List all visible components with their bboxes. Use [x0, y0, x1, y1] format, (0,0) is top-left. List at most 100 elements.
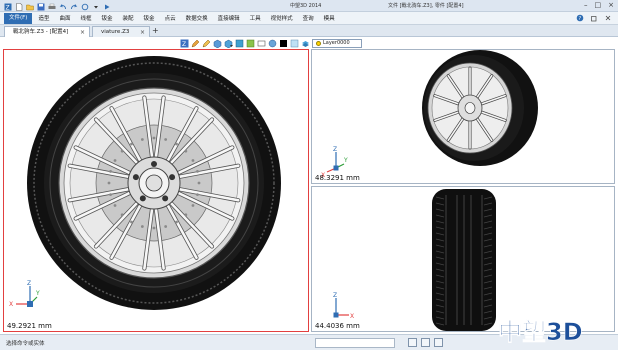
axis-z-label: Z — [333, 292, 337, 299]
restore-icon[interactable]: □ — [595, 1, 602, 9]
disc-hole — [197, 181, 201, 185]
status-input[interactable] — [315, 338, 395, 348]
file-menu-tab[interactable]: 文件(F) — [4, 12, 33, 24]
menu-item-wireframe[interactable]: 线框 — [81, 14, 92, 22]
tab-viature[interactable]: viature.Z3 × — [92, 26, 150, 37]
disc-hole — [107, 181, 111, 185]
shading-icon[interactable] — [268, 39, 277, 48]
color-light-icon[interactable] — [290, 39, 299, 48]
tab-label: 戰北驹车.Z3 - [配置4] — [13, 29, 69, 35]
close-doc-icon[interactable] — [604, 14, 612, 22]
wheel-tread-render — [432, 189, 496, 331]
viewport-main[interactable]: Z Y X 49.2921 mm — [3, 49, 309, 332]
filter-icon[interactable] — [246, 39, 255, 48]
title-bar: Z 中望3D 2014 文件 [戰北驹车.Z3], 零件 [配置4] – □ × — [0, 0, 618, 12]
viewport-scale-iso: 48.3291 mm — [315, 174, 360, 182]
menu-item-assembly[interactable]: 装配 — [123, 14, 134, 22]
lightbulb-icon — [316, 40, 321, 46]
box-icon[interactable] — [213, 39, 222, 48]
viewport-top[interactable]: Z X 44.4036 mm — [311, 186, 615, 332]
grid-icon[interactable] — [421, 338, 430, 347]
snap-icon[interactable] — [408, 338, 417, 347]
axis-x-label: X — [9, 301, 13, 308]
disc-hole — [113, 204, 117, 207]
viewport-iso[interactable]: Z Y X 48.3291 mm — [311, 49, 615, 184]
tab-close-icon[interactable]: × — [80, 27, 85, 38]
menu-item-tools[interactable]: 工具 — [250, 14, 261, 22]
pencil-icon[interactable] — [202, 39, 211, 48]
disc-hole — [196, 193, 199, 197]
run-icon[interactable] — [103, 3, 111, 11]
disc-hole — [120, 149, 124, 153]
menu-item-visual-style[interactable]: 视觉样式 — [271, 14, 293, 22]
app-logo-icon[interactable]: Z — [4, 3, 12, 11]
minimize-icon[interactable]: – — [584, 1, 588, 9]
refresh-icon[interactable] — [81, 3, 89, 11]
tab-wheel-part[interactable]: 戰北驹车.Z3 - [配置4] × — [4, 26, 90, 37]
menu-item-mold[interactable]: 模具 — [324, 14, 335, 22]
disc-hole — [152, 226, 156, 230]
display-mode-icon[interactable] — [235, 39, 244, 48]
disc-hole — [113, 159, 117, 162]
view-toolbar: Z Layer0000 — [180, 37, 440, 49]
redo-icon[interactable] — [70, 3, 78, 11]
viewport-scale-top: 44.4036 mm — [315, 322, 360, 330]
save-icon[interactable] — [37, 3, 45, 11]
axis-z-label: Z — [333, 146, 337, 153]
disc-hole — [184, 149, 188, 153]
add-tab-icon[interactable]: + — [152, 26, 159, 35]
app-title: 中望3D 2014 — [290, 3, 322, 9]
menu-item-direct-edit[interactable]: 直接编辑 — [218, 14, 240, 22]
wheel-iso-render — [422, 50, 538, 166]
layer-select-value: Layer0000 — [323, 40, 350, 46]
menu-item-data-exchange[interactable]: 数据交换 — [186, 14, 208, 22]
axis-x-label: X — [350, 313, 354, 320]
menu-item-modeling[interactable]: 造型 — [38, 14, 49, 22]
open-file-icon[interactable] — [26, 3, 34, 11]
new-file-icon[interactable] — [15, 2, 23, 11]
disc-hole — [164, 138, 168, 141]
axis-triad-main: Z Y X — [9, 280, 40, 308]
layer-select[interactable]: Layer0000 — [312, 38, 362, 48]
axis-z-label: Z — [27, 280, 31, 287]
svg-text:Z: Z — [182, 41, 186, 48]
print-icon[interactable] — [48, 3, 56, 11]
lug-nut — [169, 174, 176, 181]
svg-text:Z: Z — [6, 4, 10, 11]
color-black-icon[interactable] — [279, 39, 288, 48]
section-icon[interactable] — [257, 39, 266, 48]
menu-item-sheetmetal-1[interactable]: 钣金 — [102, 14, 113, 22]
status-icons — [408, 338, 443, 347]
logo-text: 中望3D — [498, 318, 583, 346]
disc-hole — [120, 213, 124, 217]
menu-item-sheetmetal-2[interactable]: 钣金 — [144, 14, 155, 22]
lug-nut — [132, 174, 139, 181]
lug-nut — [162, 195, 169, 202]
fit-view-icon[interactable]: Z — [180, 39, 189, 48]
pen-icon[interactable] — [191, 39, 200, 48]
view-cube-icon[interactable] — [224, 39, 233, 48]
menu-item-inquire[interactable]: 查询 — [303, 14, 314, 22]
menu-item-point-cloud[interactable]: 点云 — [165, 14, 176, 22]
disc-hole — [109, 169, 112, 173]
disc-hole — [130, 220, 133, 224]
disc-hole — [175, 220, 178, 224]
ribbon-menu-bar: 文件(F) 造型 曲面 线框 钣金 装配 钣金 点云 数据交换 直接编辑 工具 … — [0, 12, 618, 25]
dropdown-icon[interactable] — [92, 3, 100, 11]
lug-nut — [139, 195, 146, 202]
layer-icon[interactable] — [301, 39, 310, 48]
wheel-front-render — [27, 56, 281, 310]
menu-item-surface[interactable]: 曲面 — [59, 14, 70, 22]
disc-hole — [152, 136, 156, 140]
svg-text:?: ? — [579, 16, 582, 22]
disc-hole — [140, 138, 144, 141]
tab-close-icon[interactable]: × — [140, 27, 145, 38]
help-icon[interactable]: ? — [576, 14, 584, 22]
close-icon[interactable]: × — [608, 1, 614, 9]
undo-icon[interactable] — [59, 3, 67, 11]
ortho-icon[interactable] — [434, 338, 443, 347]
quick-access-toolbar: Z — [4, 2, 111, 11]
status-message: 选择命令或实体 — [6, 341, 45, 347]
restore-doc-icon[interactable] — [590, 14, 598, 22]
disc-hole — [184, 213, 188, 217]
